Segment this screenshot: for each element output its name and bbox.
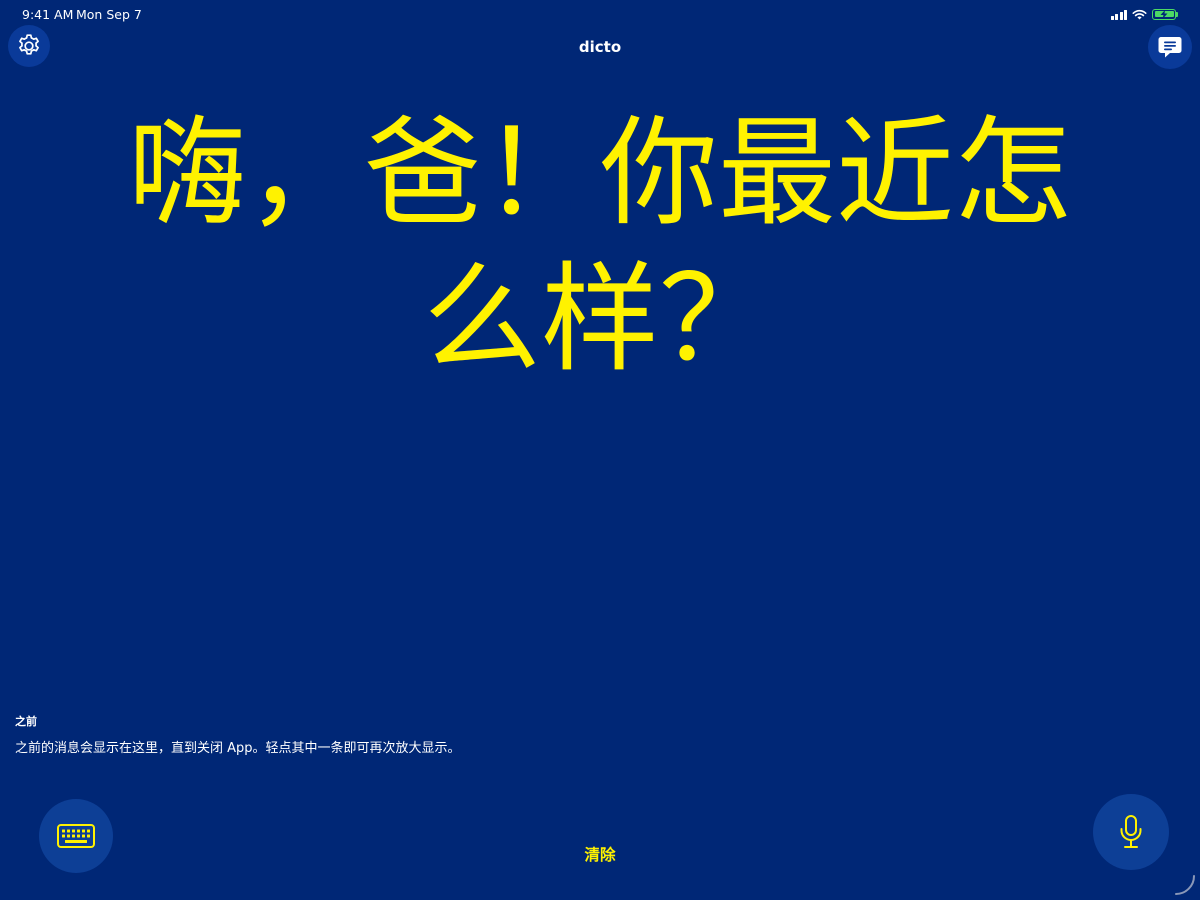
keyboard-icon [57,824,95,848]
previous-heading: 之前 [15,715,37,728]
status-bar: 9:41 AM Mon Sep 7 [0,0,1200,28]
battery-icon [1152,8,1178,20]
speech-bubble-icon [1158,37,1182,58]
previous-hint: 之前的消息会显示在这里，直到关闭 App。轻点其中一条即可再次放大显示。 [15,741,461,756]
clear-button[interactable]: 清除 [560,843,640,865]
wifi-icon [1132,9,1147,19]
enlarged-message: 嗨，爸！你最近怎么样？ [127,104,1072,388]
keyboard-button[interactable] [39,799,113,873]
status-date: Mon Sep 7 [76,7,142,22]
microphone-button[interactable] [1093,794,1169,870]
status-indicators [1110,6,1178,22]
message-history-button[interactable] [1148,25,1192,69]
cellular-signal-icon [1110,9,1127,20]
charging-bolt-icon [1160,10,1168,19]
app-title: dicto [578,38,622,56]
resize-handle-icon[interactable] [1172,872,1196,896]
microphone-icon [1120,815,1142,848]
status-time: 9:41 AM [22,7,74,22]
